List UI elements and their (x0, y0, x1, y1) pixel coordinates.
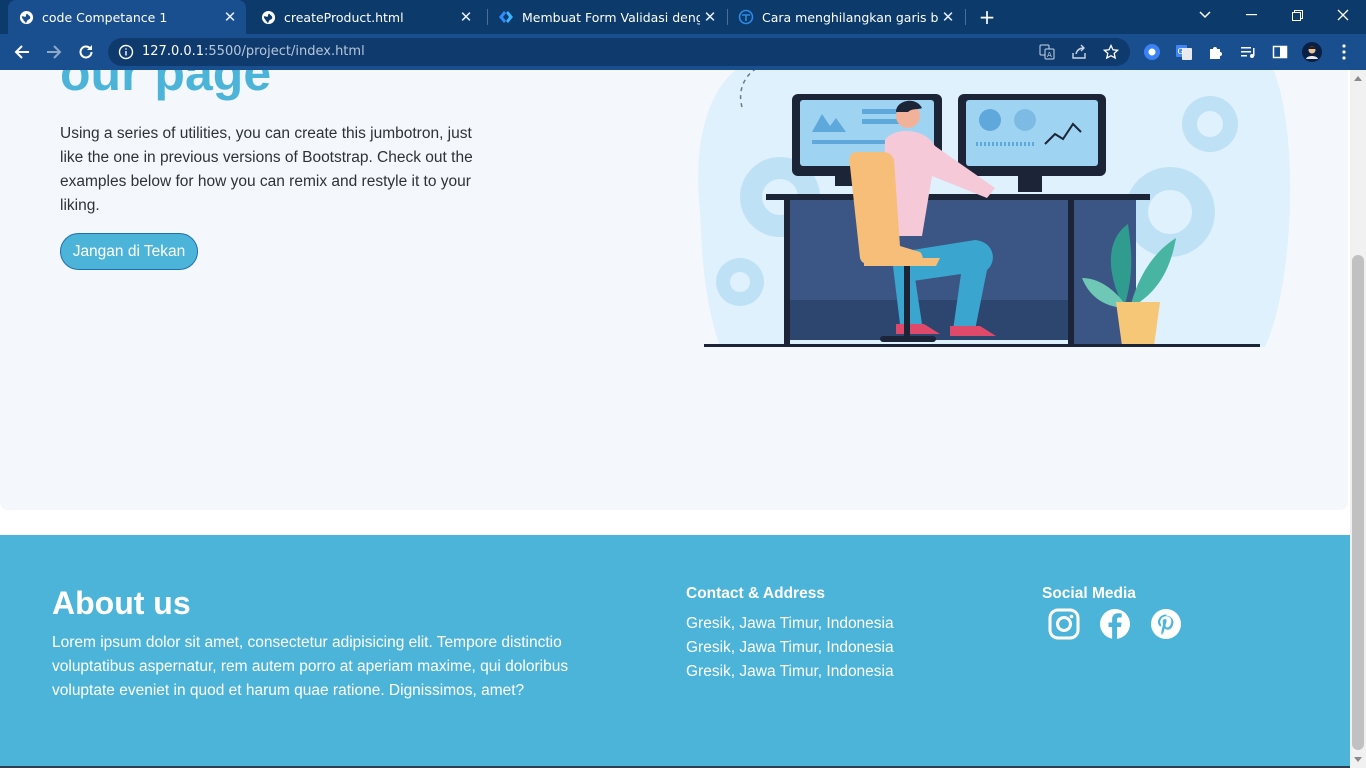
tab-form-validasi[interactable]: Membuat Form Validasi dengan J ✕ (488, 0, 726, 34)
url-host: 127.0.0.1 (142, 44, 205, 59)
scrollbar-thumb[interactable] (1352, 255, 1364, 750)
tab-title: createProduct.html (284, 9, 404, 25)
tab-title: Membuat Form Validasi dengan J (522, 9, 700, 25)
contact-line: Gresik, Jawa Timur, Indonesia (686, 663, 894, 680)
media-playlist-icon[interactable] (1238, 42, 1258, 62)
tab-title: code Competance 1 (42, 9, 168, 25)
tab-search-button[interactable] (1182, 0, 1228, 30)
globe-icon (18, 9, 34, 25)
back-button[interactable] (10, 40, 34, 64)
reload-button[interactable] (74, 40, 98, 64)
instagram-icon[interactable] (1048, 608, 1080, 640)
about-title: About us (52, 585, 191, 621)
svg-text:A: A (1047, 51, 1052, 59)
side-panel-icon[interactable] (1270, 42, 1290, 62)
jumbotron: our page Using a series of utilities, yo… (0, 70, 1348, 510)
profile-avatar[interactable] (1302, 42, 1322, 62)
hero-title: our page (60, 70, 272, 101)
about-text: Lorem ipsum dolor sit amet, consectetur … (52, 634, 569, 699)
social-title: Social Media (1042, 585, 1136, 602)
extensions-puzzle-icon[interactable] (1206, 42, 1226, 62)
extension-circle-icon[interactable] (1142, 42, 1162, 62)
scroll-up-arrow[interactable] (1354, 76, 1362, 81)
contact-line: Gresik, Jawa Timur, Indonesia (686, 615, 894, 632)
close-tab-icon[interactable]: ✕ (220, 7, 240, 27)
bookmark-star-icon[interactable] (1102, 43, 1120, 61)
site-logo-icon (738, 9, 754, 25)
close-tab-icon[interactable]: ✕ (938, 7, 958, 27)
tab-title: Cara menghilangkan garis bawah (762, 9, 938, 25)
browser-menu-icon[interactable] (1334, 42, 1354, 62)
tab-cara-menghilangkan[interactable]: Cara menghilangkan garis bawah ✕ (728, 0, 964, 34)
url-path: :5500/project/index.html (204, 44, 365, 59)
google-translate-icon[interactable]: G (1174, 42, 1194, 62)
new-tab-button[interactable]: + (976, 5, 998, 29)
svg-text:G: G (1178, 47, 1184, 56)
minimize-button[interactable] (1228, 0, 1274, 30)
contact-list: Gresik, Jawa Timur, Indonesia Gresik, Ja… (686, 612, 894, 684)
translate-icon[interactable]: A (1038, 43, 1056, 61)
contact-line: Gresik, Jawa Timur, Indonesia (686, 639, 894, 656)
forward-button[interactable] (42, 40, 66, 64)
cta-button[interactable]: Jangan di Tekan (60, 233, 198, 270)
tab-code-competance[interactable]: code Competance 1 ✕ (8, 0, 246, 34)
close-tab-icon[interactable]: ✕ (456, 7, 476, 27)
tab-separator (965, 9, 966, 25)
page-scrollbar[interactable] (1350, 70, 1366, 768)
url-text: 127.0.0.1:5500/project/index.html (142, 44, 365, 59)
site-info-icon[interactable] (118, 44, 134, 60)
globe-icon (260, 9, 276, 25)
address-bar[interactable]: 127.0.0.1:5500/project/index.html A (108, 38, 1130, 66)
contact-title: Contact & Address (686, 585, 825, 602)
hero-text: Using a series of utilities, you can cre… (60, 125, 473, 214)
developer-illustration (698, 70, 1291, 347)
close-tab-icon[interactable]: ✕ (700, 7, 720, 27)
facebook-icon[interactable] (1099, 608, 1131, 640)
page-viewport: our page Using a series of utilities, yo… (0, 70, 1350, 768)
share-icon[interactable] (1070, 43, 1088, 61)
tab-create-product[interactable]: createProduct.html ✕ (250, 0, 482, 34)
social-icons (1048, 608, 1182, 640)
diamond-code-icon (498, 9, 514, 25)
pinterest-icon[interactable] (1150, 608, 1182, 640)
restore-button[interactable] (1274, 0, 1320, 30)
browser-toolbar: 127.0.0.1:5500/project/index.html A G (0, 34, 1366, 70)
close-window-button[interactable] (1320, 0, 1366, 30)
footer: About us Lorem ipsum dolor sit amet, con… (0, 535, 1350, 768)
tab-strip: code Competance 1 ✕ createProduct.html ✕… (0, 0, 1366, 34)
scroll-down-arrow[interactable] (1354, 757, 1362, 762)
